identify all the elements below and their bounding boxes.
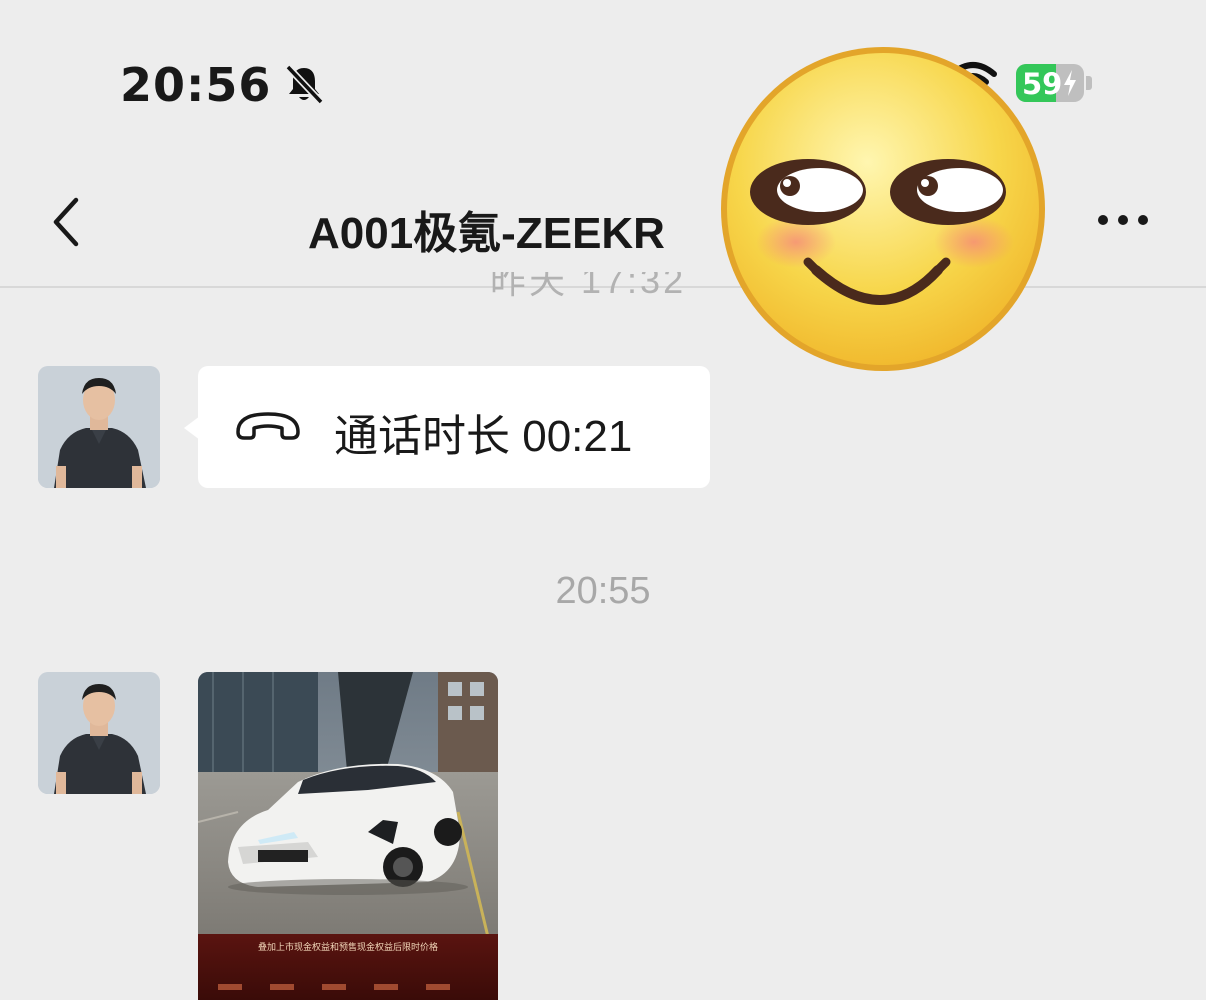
call-duration-text: 通话时长 00:21 xyxy=(334,412,633,461)
chevron-left-icon[interactable] xyxy=(48,194,84,250)
status-time: 20:56 xyxy=(120,58,272,112)
smiling-emoji-sticker xyxy=(721,47,1045,371)
message-timestamp: 20:55 xyxy=(555,570,651,612)
more-dots-icon[interactable] xyxy=(1096,212,1150,228)
chat-title: A001极氪-ZEEKR xyxy=(308,209,665,258)
partial-timestamp: 昨天 17:32 xyxy=(490,272,720,302)
avatar-image xyxy=(38,672,160,794)
phone-hangup-icon xyxy=(236,412,300,440)
avatar-image xyxy=(38,366,160,488)
car-photo-message[interactable]: 叠加上市现金权益和预售现金权益后限时价格 xyxy=(198,672,498,1000)
partial-timestamp-text: 昨天 17:32 xyxy=(490,272,687,301)
avatar[interactable] xyxy=(38,366,160,488)
bell-slash-icon xyxy=(285,64,324,105)
call-message-bubble[interactable]: 通话时长 00:21 xyxy=(198,366,710,488)
charging-bolt-icon xyxy=(1064,70,1076,96)
photo-caption: 叠加上市现金权益和预售现金权益后限时价格 xyxy=(257,942,438,952)
battery-cap xyxy=(1086,76,1092,90)
avatar[interactable] xyxy=(38,672,160,794)
